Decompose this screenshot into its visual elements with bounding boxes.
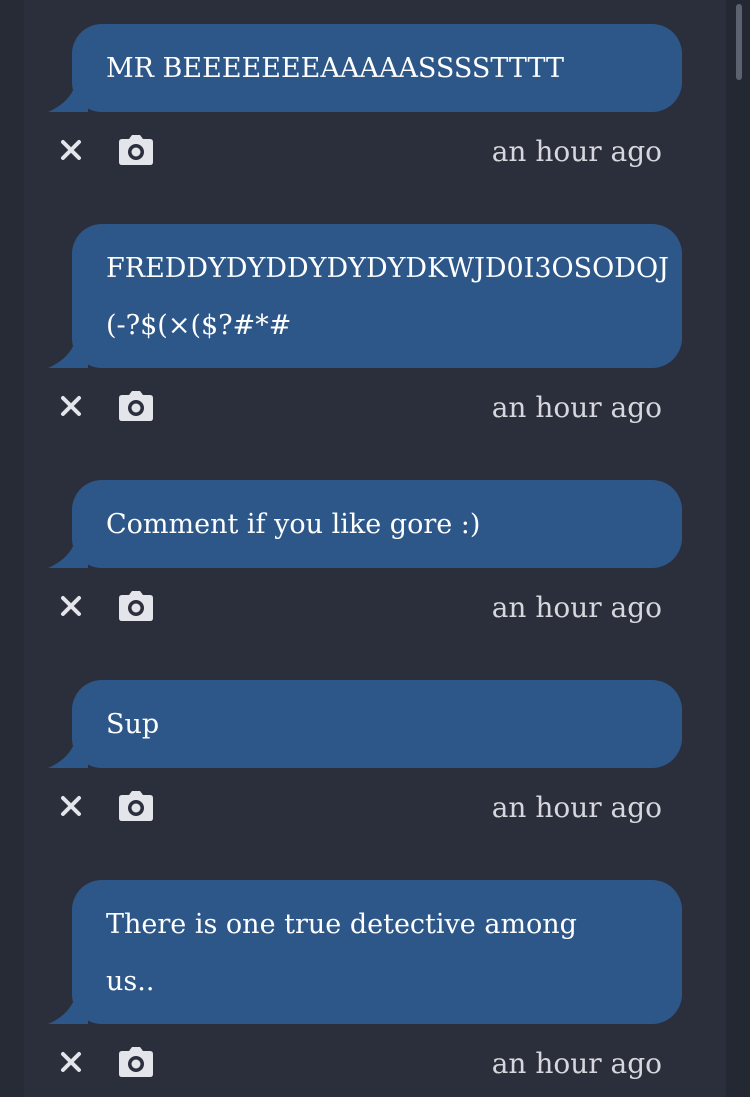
- message-text: Sup: [106, 709, 160, 740]
- message-actions: an hour ago: [56, 130, 696, 174]
- close-icon[interactable]: [59, 1050, 83, 1074]
- message-text: MR BEEEEEEEAAAAASSSSTTTT: [106, 53, 564, 84]
- message-bubble: There is one true detective among us..: [72, 880, 682, 1024]
- camera-icon[interactable]: [118, 135, 154, 165]
- message-timestamp: an hour ago: [491, 135, 662, 168]
- camera-icon[interactable]: [118, 591, 154, 621]
- message-actions: an hour ago: [56, 586, 696, 630]
- message-actions: an hour ago: [56, 1042, 696, 1086]
- message-text: us..: [106, 966, 155, 997]
- message-text: FREDDYDYDDYDYDYDKWJD0I3OSODOJ: [106, 253, 669, 284]
- message-actions: an hour ago: [56, 386, 696, 430]
- close-icon[interactable]: [59, 138, 83, 162]
- message-bubble: Comment if you like gore :): [72, 480, 682, 568]
- camera-icon[interactable]: [118, 391, 154, 421]
- message-timestamp: an hour ago: [491, 591, 662, 624]
- message-timestamp: an hour ago: [491, 391, 662, 424]
- message-text: There is one true detective among: [106, 909, 577, 940]
- scrollbar-thumb[interactable]: [736, 4, 742, 80]
- close-icon[interactable]: [59, 594, 83, 618]
- message-feed[interactable]: MR BEEEEEEEAAAAASSSSTTTT an hour ago FRE…: [24, 0, 726, 1097]
- message-timestamp: an hour ago: [491, 791, 662, 824]
- message-timestamp: an hour ago: [491, 1047, 662, 1080]
- message-actions: an hour ago: [56, 786, 696, 830]
- message-bubble: FREDDYDYDDYDYDYDKWJD0I3OSODOJ (-?$(×($?#…: [72, 224, 682, 368]
- message-text: Comment if you like gore :): [106, 509, 481, 540]
- message-text: (-?$(×($?#*#: [106, 310, 292, 341]
- message-bubble: MR BEEEEEEEAAAAASSSSTTTT: [72, 24, 682, 112]
- camera-icon[interactable]: [118, 1047, 154, 1077]
- close-icon[interactable]: [59, 394, 83, 418]
- message-bubble: Sup: [72, 680, 682, 768]
- scrollbar-track[interactable]: [726, 0, 750, 1097]
- chat-screen: MR BEEEEEEEAAAAASSSSTTTT an hour ago FRE…: [0, 0, 750, 1097]
- camera-icon[interactable]: [118, 791, 154, 821]
- close-icon[interactable]: [59, 794, 83, 818]
